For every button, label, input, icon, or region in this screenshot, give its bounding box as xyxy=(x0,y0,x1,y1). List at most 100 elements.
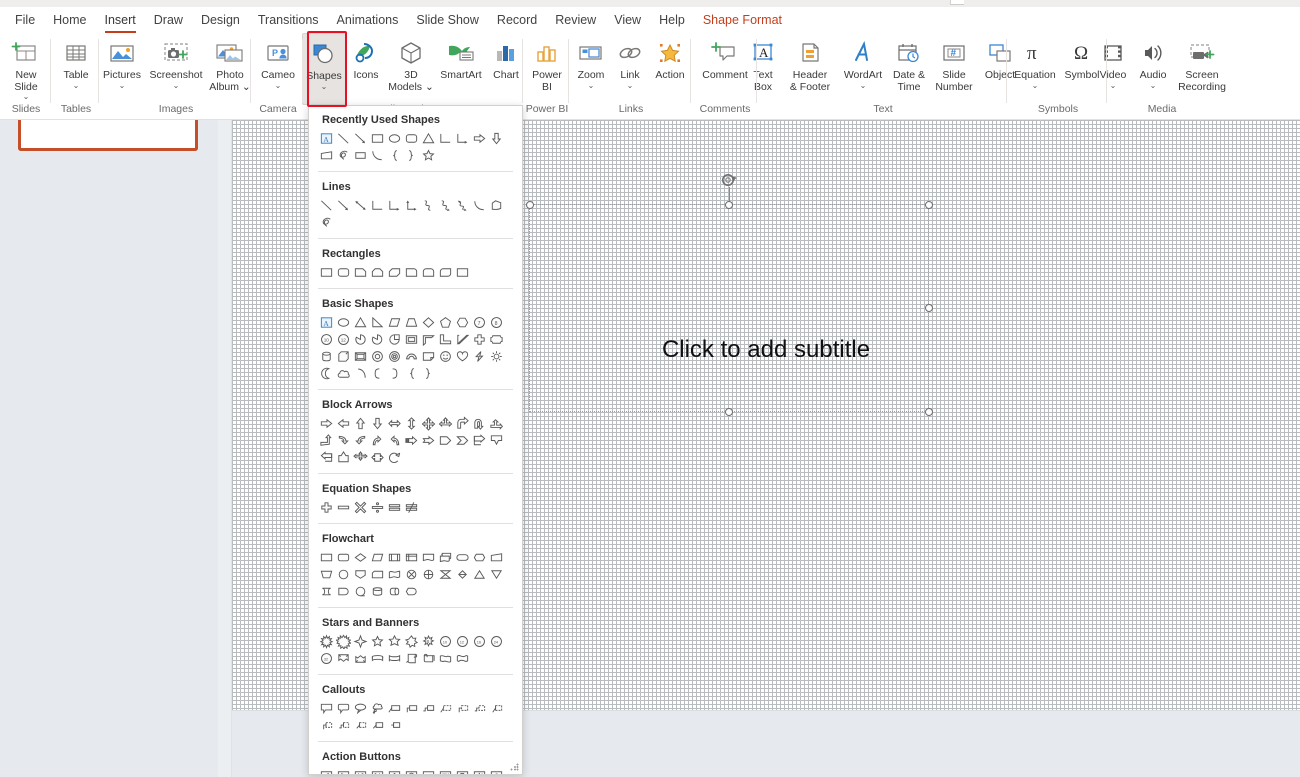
shape-action-button-home[interactable] xyxy=(386,767,403,774)
chevron-down-icon[interactable]: ⌄ xyxy=(627,81,634,89)
shape-explosion-2[interactable] xyxy=(335,633,352,650)
slide-thumbnail-pane[interactable] xyxy=(0,120,218,777)
slide-number-button[interactable]: # Slide Number xyxy=(930,33,978,93)
menu-item-animations[interactable]: Animations xyxy=(328,9,408,32)
shape-action-button-end[interactable] xyxy=(369,767,386,774)
slide-thumbnail-1[interactable] xyxy=(18,120,198,151)
shape-bent-arrow[interactable] xyxy=(454,415,471,432)
shape-line-double-arrow[interactable] xyxy=(352,197,369,214)
shape-circular-arrow[interactable] xyxy=(386,449,403,466)
header-footer-button[interactable]: Header & Footer xyxy=(782,33,838,93)
menu-item-insert[interactable]: Insert xyxy=(96,9,145,33)
chevron-down-icon[interactable]: ⌄ xyxy=(173,81,180,89)
shape-arc[interactable] xyxy=(471,197,488,214)
subtitle-placeholder[interactable] xyxy=(525,174,933,416)
shape-multiplication-sign[interactable] xyxy=(352,499,369,516)
shape-line-callout-1-accent[interactable] xyxy=(488,700,505,717)
shape-flowchart-document[interactable] xyxy=(420,549,437,566)
menu-item-file[interactable]: File xyxy=(6,9,44,32)
shape-line-callout-1-border[interactable] xyxy=(437,700,454,717)
shape-u-turn-arrow[interactable] xyxy=(471,415,488,432)
shape-parallelogram[interactable] xyxy=(386,314,403,331)
shape-star-16-point[interactable]: 16 xyxy=(471,633,488,650)
shape-isosceles-triangle[interactable] xyxy=(420,130,437,147)
shape-curved-up-ribbon[interactable] xyxy=(369,650,386,667)
shape-rectangle[interactable] xyxy=(369,130,386,147)
shape-half-frame[interactable] xyxy=(420,331,437,348)
audio-button[interactable]: Audio ⌄ xyxy=(1133,33,1173,89)
shape-snip-diagonal-corner-rectangle[interactable] xyxy=(386,264,403,281)
chevron-down-icon[interactable]: ⌄ xyxy=(860,81,867,89)
shape-left-bracket[interactable] xyxy=(369,365,386,382)
screen-recording-button[interactable]: Screen Recording xyxy=(1173,33,1231,93)
shape-l-shape[interactable] xyxy=(437,331,454,348)
shape-no-symbol[interactable] xyxy=(386,348,403,365)
shape-chevron[interactable] xyxy=(454,432,471,449)
shape-wave[interactable] xyxy=(437,650,454,667)
shape-round-diagonal-corner-rectangle[interactable] xyxy=(437,264,454,281)
shape-oval[interactable] xyxy=(335,314,352,331)
shape-up-ribbon[interactable] xyxy=(335,650,352,667)
chevron-down-icon[interactable]: ⌄ xyxy=(73,81,80,89)
shape-star-5-point[interactable] xyxy=(420,147,437,164)
shape-sun[interactable] xyxy=(488,348,505,365)
shape-curved-right-arrow[interactable] xyxy=(335,432,352,449)
shape-curved-down-ribbon[interactable] xyxy=(386,650,403,667)
shape-rectangle-plain[interactable] xyxy=(454,264,471,281)
shape-curved-arrow-connector[interactable] xyxy=(437,197,454,214)
shape-elbow-double-arrow-connector[interactable] xyxy=(403,197,420,214)
shape-right-arrow-callout[interactable] xyxy=(471,432,488,449)
shape-flowchart-connector[interactable] xyxy=(335,566,352,583)
shape-left-right-arrow-callout[interactable] xyxy=(369,449,386,466)
shape-flowchart-stored-data[interactable] xyxy=(318,583,335,600)
menu-item-transitions[interactable]: Transitions xyxy=(249,9,328,32)
wordart-button[interactable]: WordArt ⌄ xyxy=(838,33,888,89)
shape-oval-callout[interactable] xyxy=(352,700,369,717)
shape-curved-connector[interactable] xyxy=(420,197,437,214)
shape-star-8-point[interactable]: 8 xyxy=(420,633,437,650)
shape-flowchart-card[interactable] xyxy=(369,566,386,583)
shape-flowchart-display[interactable] xyxy=(403,583,420,600)
shape-pentagon[interactable] xyxy=(437,314,454,331)
shape-dodecagon[interactable]: 12 xyxy=(335,331,352,348)
shape-diamond[interactable] xyxy=(420,314,437,331)
link-button[interactable]: Link ⌄ xyxy=(611,33,649,89)
shape-flowchart-manual-operation[interactable] xyxy=(318,566,335,583)
shape-left-up-arrow[interactable] xyxy=(488,415,505,432)
chevron-down-icon[interactable]: ⌄ xyxy=(119,81,126,89)
shape-division-sign[interactable] xyxy=(369,499,386,516)
shape-cloud-callout[interactable] xyxy=(369,700,386,717)
shape-flowchart-summing-junction[interactable] xyxy=(403,566,420,583)
shape-chord[interactable] xyxy=(369,331,386,348)
shape-freeform[interactable] xyxy=(488,197,505,214)
shape-action-button-document[interactable] xyxy=(454,767,471,774)
chevron-down-icon[interactable]: ⌄ xyxy=(23,93,30,101)
shape-flowchart-punched-tape[interactable] xyxy=(386,566,403,583)
icons-button[interactable]: Icons xyxy=(346,33,386,82)
shape-diagonal-stripe[interactable] xyxy=(454,331,471,348)
shape-flowchart-data[interactable] xyxy=(369,549,386,566)
screenshot-button[interactable]: Screenshot ⌄ xyxy=(148,33,204,89)
chevron-down-icon[interactable]: ⌄ xyxy=(321,82,328,90)
shape-action-button-sound[interactable] xyxy=(471,767,488,774)
shape-decagon[interactable]: 10 xyxy=(318,331,335,348)
chevron-down-icon[interactable]: ⌄ xyxy=(1110,81,1117,89)
shape-right-arrow[interactable] xyxy=(471,130,488,147)
shape-right-bracket[interactable] xyxy=(386,365,403,382)
shape-callout-accent-bar-2[interactable] xyxy=(369,717,386,734)
shape-horizontal-scroll[interactable] xyxy=(420,650,437,667)
shape-flowchart-decision[interactable] xyxy=(352,549,369,566)
shape-double-wave[interactable] xyxy=(454,650,471,667)
chevron-down-icon[interactable]: ⌄ xyxy=(1150,81,1157,89)
shape-flowchart-sequential-access-storage[interactable] xyxy=(352,583,369,600)
shape-rectangle[interactable] xyxy=(318,264,335,281)
shape-curved-up-arrow[interactable] xyxy=(369,432,386,449)
shape-lightning-bolt[interactable] xyxy=(471,348,488,365)
shape-line-callout-3-accent[interactable] xyxy=(335,717,352,734)
shape-up-arrow[interactable] xyxy=(352,415,369,432)
shape-star-12-point[interactable]: 12 xyxy=(454,633,471,650)
shape-elbow-arrow-connector[interactable] xyxy=(386,197,403,214)
shape-right-brace[interactable] xyxy=(420,365,437,382)
pane-divider[interactable] xyxy=(218,120,232,777)
shape-line-callout-3-border[interactable] xyxy=(471,700,488,717)
